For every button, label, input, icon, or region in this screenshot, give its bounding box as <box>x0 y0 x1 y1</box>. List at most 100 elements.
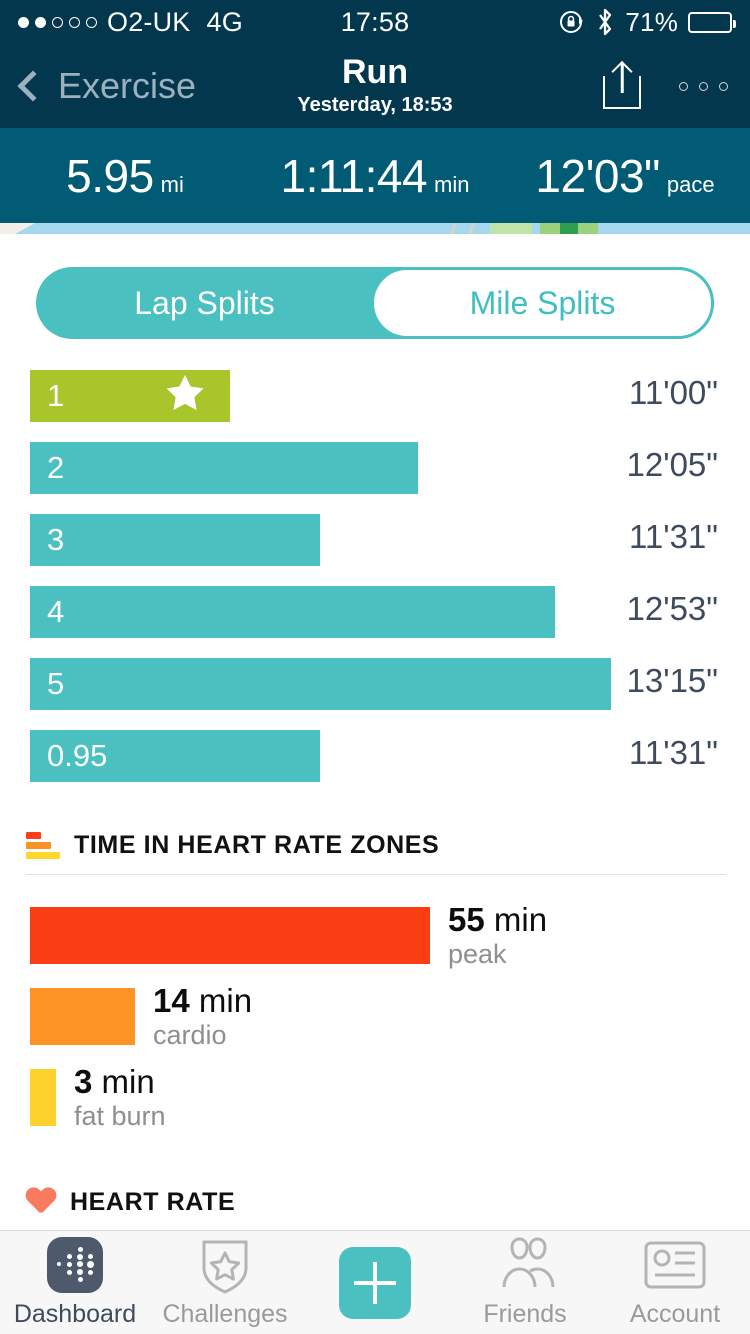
stat-distance: 5.95 mi <box>0 149 250 203</box>
fitbit-dot <box>59 1272 60 1273</box>
tab-mile-splits[interactable]: Mile Splits <box>371 267 714 339</box>
split-bar: 3 <box>30 514 320 566</box>
splits-toggle-wrap: Lap Splits Mile Splits <box>0 234 750 339</box>
tab-account[interactable]: Account <box>600 1237 750 1329</box>
fitbit-dot <box>90 1279 91 1280</box>
status-bar-left: O2-UK 4G <box>18 7 341 38</box>
hr-zones-title: TIME IN HEART RATE ZONES <box>74 831 439 860</box>
hr-zone-row[interactable]: 3 minfat burn <box>0 1064 750 1131</box>
network-type-label: 4G <box>207 7 243 38</box>
stat-duration-unit: min <box>434 172 469 198</box>
hr-zone-bar <box>30 988 135 1045</box>
stat-pace-value: 12'03" <box>535 149 659 203</box>
split-index-label: 1 <box>47 378 64 414</box>
fitbit-dot <box>88 1254 93 1259</box>
stat-distance-value: 5.95 <box>66 149 154 203</box>
back-button[interactable]: Exercise <box>22 65 196 107</box>
stat-duration-value: 1:11:44 <box>280 149 427 203</box>
carrier-label: O2-UK <box>107 7 191 38</box>
heart-icon <box>26 1188 56 1216</box>
split-row[interactable]: 5 13'15" <box>0 658 750 730</box>
split-index-label: 4 <box>47 594 64 630</box>
split-index-label: 0.95 <box>47 738 107 774</box>
status-bar-right: 71% <box>409 7 732 38</box>
hr-zone-text: 3 minfat burn <box>74 1064 166 1131</box>
hr-zone-value: 14 min <box>153 983 252 1020</box>
splits-segmented-control[interactable]: Lap Splits Mile Splits <box>36 267 714 339</box>
hr-zone-text: 55 minpeak <box>448 902 547 969</box>
split-pace-label: 11'31" <box>629 734 718 772</box>
route-map-preview[interactable] <box>0 223 750 234</box>
friends-icon <box>490 1237 560 1293</box>
fitbit-dot <box>59 1249 60 1250</box>
hr-zones-icon <box>26 830 60 860</box>
hr-zone-value: 3 min <box>74 1064 166 1101</box>
fitbit-dot <box>87 1261 94 1268</box>
summary-stats-bar: 5.95 mi 1:11:44 min 12'03" pace <box>0 128 750 223</box>
rotation-lock-icon <box>559 9 585 35</box>
fitbit-dot <box>59 1256 60 1257</box>
split-row[interactable]: 0.95 11'31" <box>0 730 750 802</box>
heart-rate-title: HEART RATE <box>70 1188 235 1217</box>
hr-zones-section: TIME IN HEART RATE ZONES 55 minpeak 14 mi… <box>0 830 750 1132</box>
split-bar: 0.95 <box>30 730 320 782</box>
navigation-bar: Exercise Run Yesterday, 18:53 <box>0 44 750 128</box>
more-options-icon[interactable] <box>679 82 728 91</box>
chevron-left-icon <box>17 70 48 101</box>
hr-zone-name: peak <box>448 939 547 969</box>
fitbit-dot <box>78 1277 83 1282</box>
back-button-label: Exercise <box>58 65 196 107</box>
hr-zone-row[interactable]: 55 minpeak <box>0 902 750 969</box>
plus-icon[interactable] <box>339 1247 411 1319</box>
clock-label: 17:58 <box>341 7 410 38</box>
tab-dashboard[interactable]: Dashboard <box>0 1237 150 1329</box>
fitbit-dot <box>67 1262 72 1267</box>
tab-challenges[interactable]: Challenges <box>150 1237 300 1329</box>
fitbit-dot <box>69 1249 70 1250</box>
fitbit-dot <box>90 1249 91 1250</box>
heart-rate-section: HEART RATE <box>0 1188 750 1232</box>
hr-zone-bar <box>30 907 430 964</box>
share-icon[interactable] <box>603 63 641 109</box>
account-card-icon <box>644 1237 706 1293</box>
split-row[interactable]: 3 11'31" <box>0 514 750 586</box>
hr-zones-list: 55 minpeak 14 mincardio 3 minfat burn <box>0 875 750 1132</box>
split-index-label: 5 <box>47 666 64 702</box>
split-row[interactable]: 1 11'00" <box>0 370 750 442</box>
nav-actions <box>603 63 728 109</box>
heart-rate-header: HEART RATE <box>0 1188 750 1231</box>
split-row[interactable]: 412'53" <box>0 586 750 658</box>
split-bar: 1 <box>30 370 230 422</box>
split-bar: 4 <box>30 586 555 638</box>
tab-friends[interactable]: Friends <box>450 1237 600 1329</box>
tab-friends-label: Friends <box>483 1300 566 1329</box>
hr-zones-header: TIME IN HEART RATE ZONES <box>0 830 750 874</box>
fitbit-dot <box>77 1254 83 1260</box>
splits-list: 1 11'00" 2 12'05" 3 11'31" 412'53" 5 13'15" 0.95 1… <box>0 339 750 802</box>
hr-zone-bar <box>30 1069 56 1126</box>
fitbit-dot <box>67 1254 72 1259</box>
split-row[interactable]: 2 12'05" <box>0 442 750 514</box>
hr-zone-row[interactable]: 14 mincardio <box>0 983 750 1050</box>
tab-lap-splits[interactable]: Lap Splits <box>36 267 373 339</box>
split-bar: 5 <box>30 658 611 710</box>
split-pace-label: 11'00" <box>629 374 718 412</box>
fitbit-dot <box>59 1279 60 1280</box>
split-pace-label: 13'15" <box>627 662 718 700</box>
stat-distance-unit: mi <box>161 172 184 198</box>
fitbit-dot <box>78 1247 83 1252</box>
fitbit-dot <box>69 1279 70 1280</box>
tab-dashboard-label: Dashboard <box>14 1300 136 1329</box>
fitbit-dot <box>67 1270 72 1275</box>
tab-account-label: Account <box>630 1300 720 1329</box>
hr-zone-name: cardio <box>153 1020 252 1050</box>
split-pace-label: 12'05" <box>627 446 718 484</box>
hr-zone-name: fat burn <box>74 1101 166 1131</box>
stat-pace: 12'03" pace <box>500 149 750 203</box>
star-icon <box>162 372 208 421</box>
fitbit-dot <box>77 1261 83 1267</box>
status-bar: O2-UK 4G 17:58 71% <box>0 0 750 44</box>
split-index-label: 2 <box>47 450 64 486</box>
split-pace-label: 11'31" <box>629 518 718 556</box>
tab-add-activity[interactable] <box>300 1247 450 1319</box>
